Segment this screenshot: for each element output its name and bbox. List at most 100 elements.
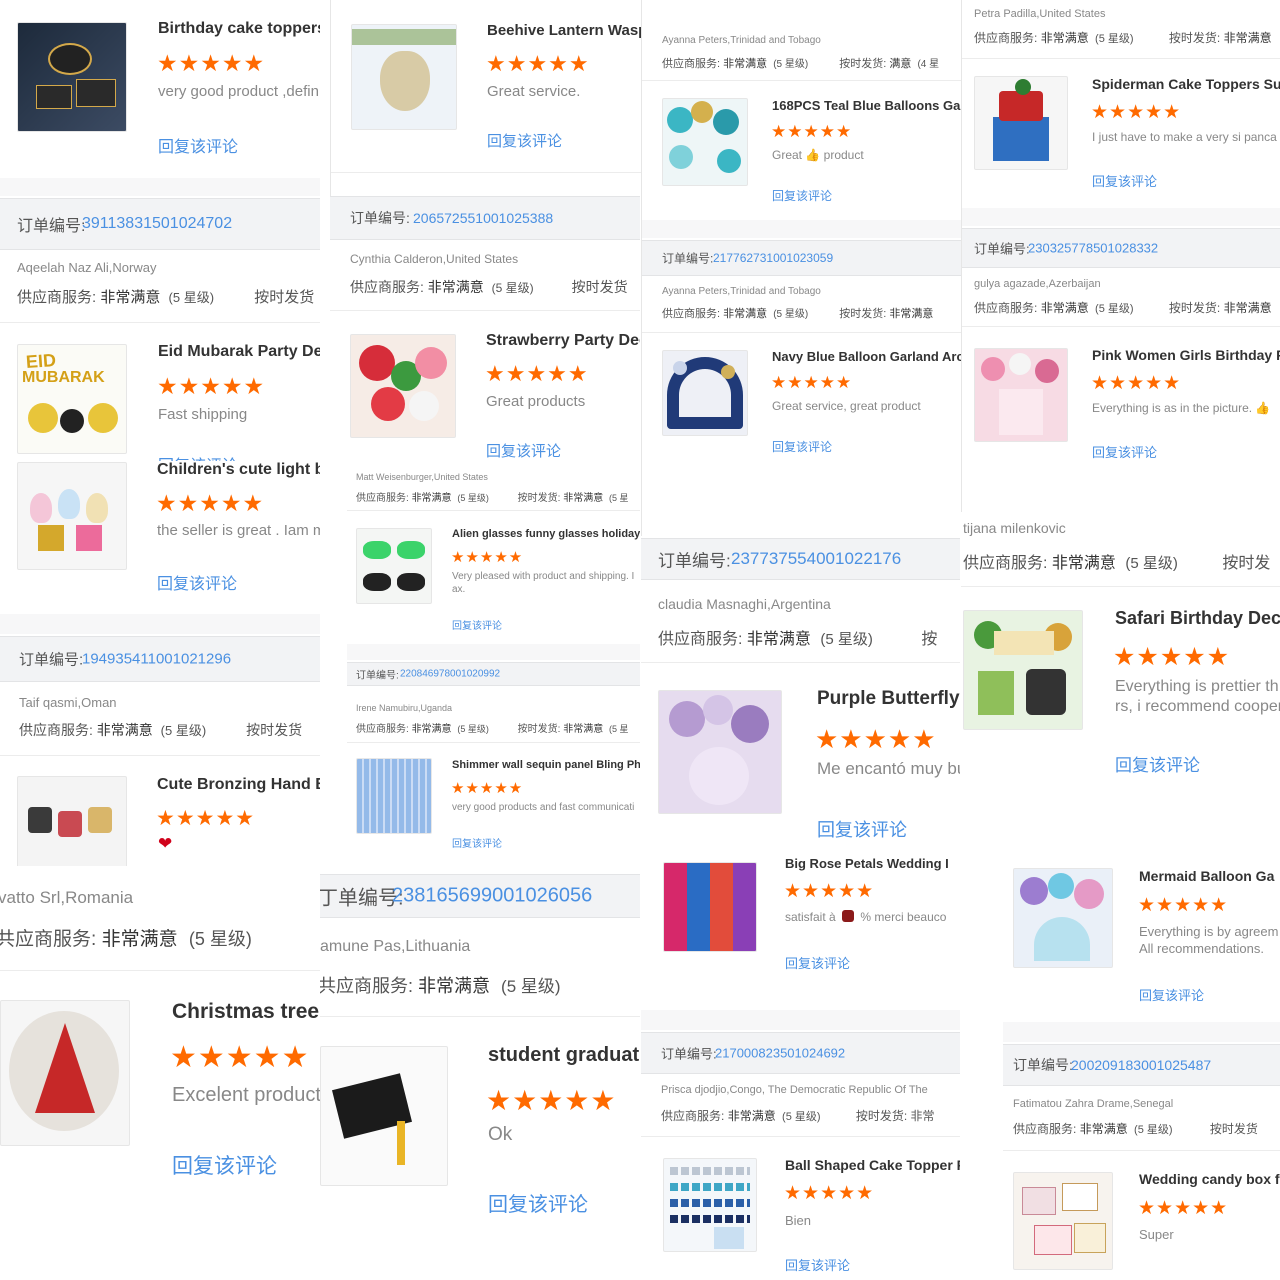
review-column-4-mid: tijana milenkovic 供应商服务: 非常满意 (5 星级) 按时发… bbox=[961, 512, 1280, 852]
order-number-link[interactable]: 238165699001026056 bbox=[392, 885, 592, 908]
order-number-link[interactable]: 391138315010247​02 bbox=[82, 215, 232, 233]
reply-review-link[interactable]: 回复该评论 bbox=[452, 617, 502, 632]
service-value: 非常满意 bbox=[1040, 301, 1089, 315]
service-label: 供应商服务: bbox=[974, 301, 1038, 315]
ontime-label: 按时发货 bbox=[571, 279, 628, 295]
reply-review-link[interactable]: 回复该评论 bbox=[157, 570, 237, 594]
product-title[interactable]: Cute Bronzing Hand B bbox=[157, 776, 320, 794]
service-rating: 供应商服务: 非常满意 (5 星级) 按时发货: 非常满意 bbox=[662, 305, 933, 321]
product-title[interactable]: Ball Shaped Cake Topper F bbox=[785, 1157, 960, 1173]
service-stars: (5 星级) bbox=[491, 281, 534, 295]
product-title[interactable]: Shimmer wall sequin panel Bling Ph bbox=[452, 759, 640, 771]
reply-review-link[interactable]: 回复该评论 bbox=[158, 133, 238, 157]
order-number-link[interactable]: 217000823501024692 bbox=[715, 1046, 845, 1061]
product-image-cake-toppers[interactable] bbox=[17, 22, 127, 132]
service-rating: 供应商服务: 非常满意 (5 星级) 按时发货: 满意 (4 星 bbox=[662, 55, 939, 71]
product-title[interactable]: Purple Butterfly I bbox=[817, 688, 960, 710]
service-stars: (5 星级) bbox=[168, 290, 215, 305]
product-image-graduation-box[interactable] bbox=[320, 1046, 448, 1186]
product-image-light-bulbs[interactable] bbox=[17, 462, 127, 570]
product-title[interactable]: Navy Blue Balloon Garland Arch bbox=[772, 349, 961, 364]
order-number-link[interactable]: 217762731001023059 bbox=[713, 251, 833, 265]
product-image-safari-birthday[interactable] bbox=[963, 610, 1083, 730]
product-title[interactable]: student graduat bbox=[488, 1044, 639, 1067]
product-image-sequin-panel[interactable] bbox=[356, 758, 432, 834]
product-title[interactable]: Mermaid Balloon Ga bbox=[1139, 868, 1274, 884]
product-title[interactable]: Spiderman Cake Toppers Sup bbox=[1092, 76, 1280, 92]
divider bbox=[962, 58, 1280, 59]
review-text-continued: All recommendations. bbox=[1139, 941, 1264, 956]
product-image-wedding-candy-box[interactable] bbox=[1013, 1172, 1113, 1270]
divider bbox=[347, 644, 640, 660]
reply-review-link[interactable]: 回复该评论 bbox=[172, 1150, 277, 1180]
reply-review-link[interactable]: 回复该评论 bbox=[785, 1255, 850, 1274]
product-title[interactable]: Alien glasses funny glasses holiday bbox=[452, 528, 640, 540]
reply-review-link[interactable]: 回复该评论 bbox=[772, 438, 832, 455]
rating-stars: ★★★★★ bbox=[815, 724, 937, 754]
service-rating: 供应商服务: 非常满意 (5 星级) 按时发货: 非常满意 bbox=[974, 299, 1272, 316]
product-image-teal-balloons[interactable] bbox=[662, 98, 748, 186]
product-image-beehive-lantern[interactable] bbox=[351, 24, 457, 130]
ontime-value: 非常满意 bbox=[563, 724, 604, 735]
product-title[interactable]: Christmas tree bbox=[172, 1000, 319, 1024]
rose-emoji bbox=[842, 910, 855, 922]
rating-stars: ★★★★★ bbox=[771, 373, 853, 392]
reply-review-link[interactable]: 回复该评论 bbox=[1139, 985, 1204, 1004]
buyer-name: Cynthia Calderon,United States bbox=[350, 252, 519, 266]
product-title[interactable]: Eid Mubarak Party Deco bbox=[158, 343, 320, 361]
order-number-link[interactable]: 237737554001022176 bbox=[731, 549, 901, 569]
product-image-eid-mubarak[interactable]: EID MUBARAK bbox=[17, 344, 127, 454]
product-image-alien-glasses[interactable] bbox=[356, 528, 432, 604]
product-title[interactable]: Pink Women Girls Birthday Pr bbox=[1092, 347, 1280, 363]
product-image-christmas-tree[interactable] bbox=[0, 1000, 130, 1146]
order-bar: 订单编号: 237737554001022176 bbox=[641, 538, 960, 580]
reply-review-link[interactable]: 回复该评论 bbox=[486, 440, 561, 461]
order-number-link[interactable]: 230325778501028332 bbox=[1028, 241, 1158, 256]
product-image-bronzing-hand-bag[interactable] bbox=[17, 776, 127, 868]
reply-review-link[interactable]: 回复该评论 bbox=[1092, 442, 1157, 461]
reply-review-link[interactable]: 回复该评论 bbox=[487, 130, 562, 151]
divider bbox=[330, 310, 640, 311]
service-value: 非常满意 bbox=[427, 279, 484, 295]
rating-stars: ★★★★★ bbox=[156, 807, 256, 830]
product-title[interactable]: 168PCS Teal Blue Balloons Garl bbox=[772, 98, 961, 113]
product-title[interactable]: Birthday cake toppers fo bbox=[158, 20, 320, 38]
order-number-link[interactable]: 200209183001025487 bbox=[1071, 1057, 1211, 1073]
buyer-name: Petra Padilla,United States bbox=[974, 8, 1106, 20]
product-image-pink-birthday[interactable] bbox=[974, 348, 1068, 442]
product-title[interactable]: Strawberry Party Dec bbox=[486, 332, 640, 350]
reply-review-link[interactable]: 回复该评论 bbox=[1115, 751, 1200, 776]
ontime-value: 非常满意 bbox=[889, 308, 934, 320]
order-bar: 订单编号: 217000823501024692 bbox=[641, 1032, 960, 1074]
reply-review-link[interactable]: 回复该评论 bbox=[772, 187, 832, 204]
review-column-1-lower: vatto Srl,Romania 共应商服务: 非常满意 (5 星级) Chr… bbox=[0, 866, 320, 1280]
product-image-spiderman-cake[interactable] bbox=[974, 76, 1068, 170]
product-image-strawberry-party[interactable] bbox=[350, 334, 456, 438]
ontime-label: 按时发货: bbox=[1168, 31, 1221, 45]
reply-review-link[interactable]: 回复该评论 bbox=[785, 953, 850, 972]
product-image-rose-petals[interactable] bbox=[663, 862, 757, 952]
product-title[interactable]: Safari Birthday Deco bbox=[1115, 608, 1280, 629]
product-title[interactable]: Big Rose Petals Wedding I bbox=[785, 856, 949, 871]
product-image-ball-cake-topper[interactable] bbox=[663, 1158, 757, 1252]
product-title[interactable]: Beehive Lantern Wasp D bbox=[487, 22, 641, 39]
rating-stars: ★★★★★ bbox=[784, 1183, 875, 1204]
product-image-purple-butterfly[interactable] bbox=[658, 690, 782, 814]
review-text-start: Everything is as in the picture. bbox=[1092, 401, 1253, 415]
order-number-link[interactable]: 220846978001020992 bbox=[400, 669, 500, 680]
buyer-name: Matt Weisenburger,United States bbox=[356, 472, 488, 482]
order-number-link[interactable]: 206572551001025388 bbox=[413, 210, 553, 226]
reply-review-link[interactable]: 回复该评论 bbox=[817, 816, 907, 842]
order-number-link[interactable]: 194935411001021296 bbox=[82, 651, 231, 668]
product-image-navy-balloon-arch[interactable] bbox=[662, 350, 748, 436]
buyer-name: claudia Masnaghi,Argentina bbox=[658, 596, 831, 612]
product-title[interactable]: Children's cute light bu bbox=[157, 461, 320, 479]
product-image-mermaid-balloon[interactable] bbox=[1013, 868, 1113, 968]
rating-stars: ★★★★★ bbox=[486, 51, 590, 76]
reply-review-link[interactable]: 回复该评论 bbox=[452, 835, 502, 850]
reply-review-link[interactable]: 回复该评论 bbox=[1092, 171, 1157, 190]
service-label: 供应商服务: bbox=[356, 724, 409, 735]
reply-review-link[interactable]: 回复该评论 bbox=[488, 1188, 588, 1217]
order-label: 订单编号: bbox=[662, 251, 714, 266]
product-title[interactable]: Wedding candy box f bbox=[1139, 1171, 1280, 1187]
